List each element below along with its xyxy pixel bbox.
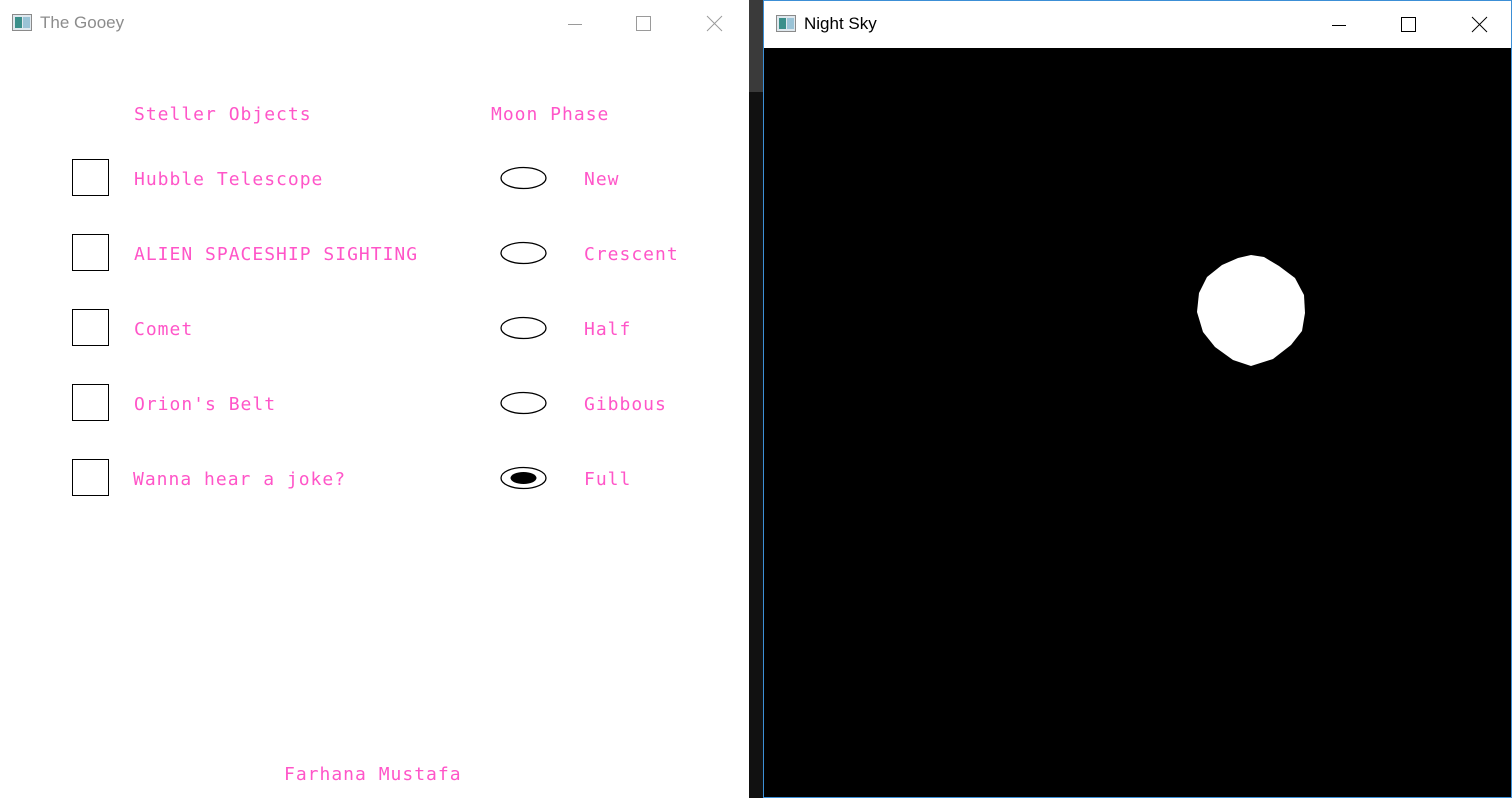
radio-crescent[interactable] [500, 241, 547, 265]
checkbox-hubble-telescope[interactable] [72, 159, 109, 196]
gooey-window: The Gooey Steller Objects Moon Phase Hub… [0, 0, 749, 798]
close-icon [1471, 16, 1488, 33]
minimize-icon [568, 24, 582, 25]
radio-label: New [584, 169, 620, 190]
moon-phase-heading: Moon Phase [491, 104, 610, 125]
app-window-icon [776, 15, 796, 32]
background-window-edge [749, 0, 763, 92]
night-sky-canvas [764, 48, 1511, 797]
checkbox-orions-belt[interactable] [72, 384, 109, 421]
gooey-titlebar[interactable]: The Gooey [0, 0, 749, 47]
radio-half[interactable] [500, 316, 547, 340]
close-button[interactable] [1456, 9, 1502, 41]
radio-label: Full [584, 469, 632, 490]
minimize-button[interactable] [552, 8, 598, 40]
checkbox-comet[interactable] [72, 309, 109, 346]
close-icon [706, 15, 723, 32]
night-sky-titlebar[interactable]: Night Sky [764, 1, 1511, 48]
moon-drawing [1197, 255, 1305, 366]
checkbox-label: Hubble Telescope [134, 169, 324, 190]
checkbox-label: Wanna hear a joke? [133, 469, 347, 490]
gooey-title: The Gooey [40, 13, 125, 32]
maximize-button[interactable] [620, 8, 666, 40]
radio-gibbous[interactable] [500, 391, 547, 415]
maximize-icon [1401, 17, 1416, 32]
maximize-button[interactable] [1385, 9, 1431, 41]
checkbox-joke[interactable] [72, 459, 109, 496]
stellar-objects-heading: Steller Objects [134, 104, 312, 125]
night-sky-title: Night Sky [804, 14, 877, 33]
radio-new[interactable] [500, 166, 547, 190]
minimize-button[interactable] [1316, 9, 1362, 41]
maximize-icon [636, 16, 651, 31]
night-sky-window: Night Sky [763, 0, 1512, 798]
radio-full[interactable] [500, 466, 547, 490]
app-window-icon [12, 14, 32, 31]
radio-label: Crescent [584, 244, 679, 265]
checkbox-label: ALIEN SPACESHIP SIGHTING [134, 244, 419, 265]
radio-label: Gibbous [584, 394, 667, 415]
checkbox-label: Orion's Belt [134, 394, 277, 415]
moon-full [1197, 255, 1305, 366]
checkbox-alien-spaceship[interactable] [72, 234, 109, 271]
minimize-icon [1332, 25, 1346, 26]
background-strip [749, 0, 763, 798]
radio-label: Half [584, 319, 632, 340]
close-button[interactable] [691, 8, 737, 40]
checkbox-label: Comet [134, 319, 194, 340]
author-footer: Farhana Mustafa [284, 764, 462, 785]
